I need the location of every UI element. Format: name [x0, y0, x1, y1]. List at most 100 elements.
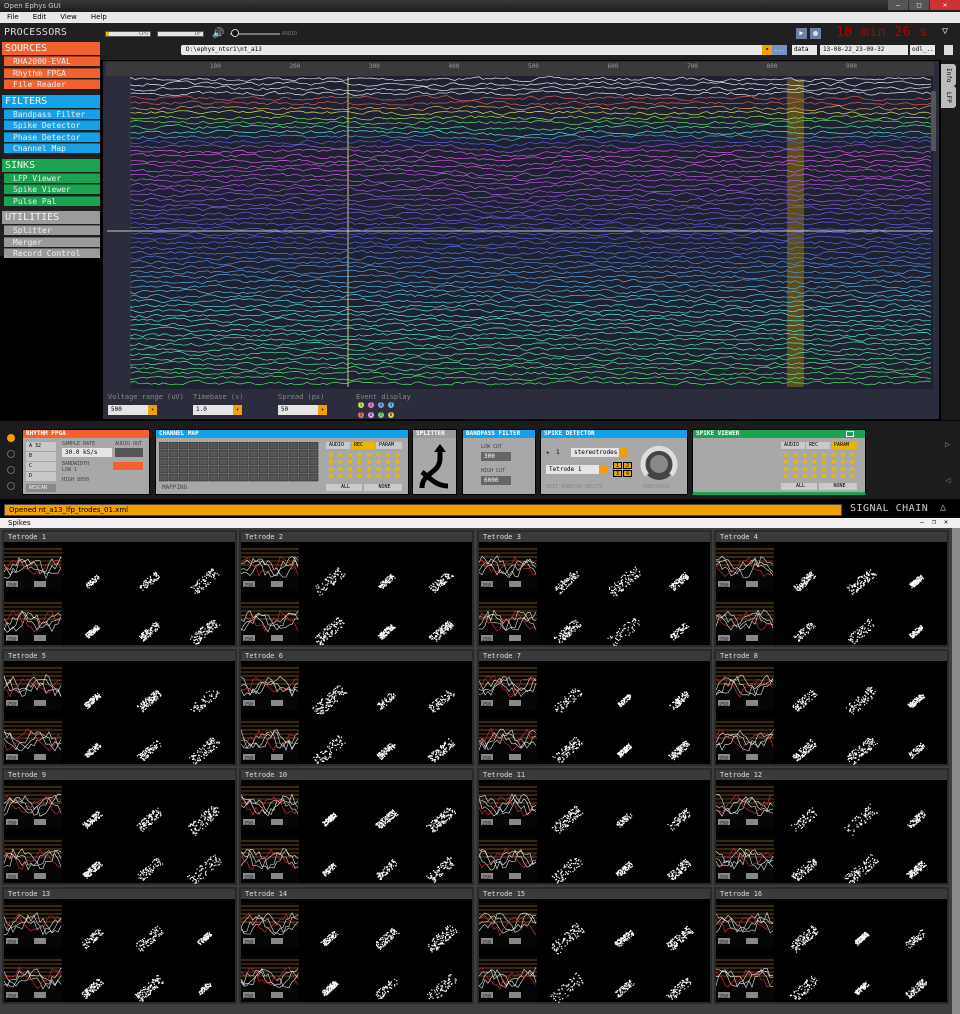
processor-item[interactable]: Splitter: [4, 225, 100, 235]
close-button[interactable]: ✕: [930, 0, 960, 10]
sample-rate-select[interactable]: 30.0 kS/s: [62, 448, 112, 457]
spike-viewer-none-button[interactable]: NONE: [819, 483, 857, 490]
threshold-value-label[interactable]: 250: [719, 637, 728, 643]
spike-viewer-tab-audio[interactable]: AUDIO: [781, 442, 805, 449]
category-utilities[interactable]: UTILITIES: [2, 211, 100, 224]
select-all-button[interactable]: ALL: [326, 484, 362, 491]
scroll-left-icon[interactable]: ◁: [945, 476, 950, 486]
processor-item[interactable]: Merger: [4, 236, 100, 247]
collapse-control-bar-icon[interactable]: ▽: [942, 26, 948, 37]
filename-prefix-field[interactable]: data: [792, 45, 817, 55]
maximize-button[interactable]: □: [909, 0, 929, 10]
timebase-arrow[interactable]: ▾: [233, 405, 242, 415]
threshold-value-label[interactable]: 250: [244, 875, 253, 881]
threshold-value-label[interactable]: 250: [719, 821, 728, 827]
electrode-type-arrow[interactable]: [619, 448, 627, 457]
tetrode-plot[interactable]: Tetrode 4 250 250: [714, 530, 949, 647]
processor-item[interactable]: LFP Viewer: [4, 172, 100, 183]
threshold-value-label[interactable]: 250: [7, 583, 16, 589]
tetrode-plot[interactable]: Tetrode 2 250 250: [239, 530, 474, 647]
play-button[interactable]: ▶: [796, 28, 807, 39]
tetrode-plot[interactable]: Tetrode 7 250 250: [477, 649, 712, 766]
signal-chain-4-button[interactable]: [7, 482, 15, 490]
high-value[interactable]: 8850: [77, 477, 89, 483]
tetrode-plot[interactable]: Tetrode 3 250 250: [477, 530, 712, 647]
event-channel-toggle[interactable]: 8: [388, 412, 394, 418]
event-channel-toggle[interactable]: 6: [368, 412, 374, 418]
add-electrode-icon[interactable]: +: [546, 450, 550, 457]
event-channel-toggle[interactable]: 2: [368, 402, 374, 408]
processor-item[interactable]: File Reader: [4, 79, 100, 89]
threshold-knob[interactable]: [639, 444, 679, 484]
event-channel-toggle[interactable]: 3: [378, 402, 384, 408]
minimize-button[interactable]: –: [888, 0, 908, 10]
threshold-value-label[interactable]: 250: [7, 756, 16, 762]
param-channel-grid[interactable]: [781, 451, 857, 481]
audio-toggle[interactable]: [113, 462, 143, 470]
spikes-restore-button[interactable]: ❐: [928, 518, 940, 527]
menu-help[interactable]: Help: [84, 12, 114, 23]
threshold-value-label[interactable]: 250: [719, 994, 728, 1000]
threshold-value-label[interactable]: 250: [719, 702, 728, 708]
menu-file[interactable]: File: [0, 12, 26, 23]
threshold-value-label[interactable]: 250: [719, 583, 728, 589]
threshold-value-label[interactable]: 250: [7, 875, 16, 881]
record-button[interactable]: [810, 28, 821, 39]
tetrode-plot[interactable]: Tetrode 5 250 250: [2, 649, 237, 766]
delete-button[interactable]: DELETE: [585, 484, 603, 490]
spikes-minimize-button[interactable]: –: [916, 518, 928, 527]
event-channel-toggle[interactable]: 4: [388, 402, 394, 408]
tab-lfp[interactable]: LFP: [941, 86, 956, 108]
filename-suffix-field[interactable]: odl_...: [910, 45, 937, 55]
directory-dropdown-arrow[interactable]: ▾: [762, 45, 772, 55]
tetrode-plot[interactable]: Tetrode 6 250 250: [239, 649, 474, 766]
threshold-value-label[interactable]: 250: [719, 875, 728, 881]
tetrode-plot[interactable]: Tetrode 14 250 250: [239, 887, 474, 1004]
edit-button[interactable]: EDIT: [546, 484, 558, 490]
channel-map-tab-param[interactable]: PARAM: [376, 442, 402, 449]
threshold-value-label[interactable]: 250: [482, 940, 491, 946]
audio-out-selector[interactable]: [115, 448, 143, 457]
port-b-button[interactable]: B: [26, 452, 56, 461]
menu-view[interactable]: View: [53, 12, 84, 23]
tetrode-plot[interactable]: Tetrode 10 250 250: [239, 768, 474, 885]
event-channel-toggle[interactable]: 5: [358, 412, 364, 418]
browse-directory-button[interactable]: ...: [772, 45, 787, 55]
low-value[interactable]: 1: [74, 467, 77, 473]
electrode-channel-button[interactable]: 2: [623, 462, 632, 469]
signal-chain-1-button[interactable]: [7, 434, 15, 442]
processor-item[interactable]: Record Control: [4, 248, 100, 258]
select-none-button[interactable]: NONE: [364, 484, 402, 491]
open-window-icon[interactable]: [846, 431, 854, 437]
spike-viewer-all-button[interactable]: ALL: [781, 483, 817, 490]
scroll-right-icon[interactable]: ▷: [945, 440, 950, 450]
lfp-trace-canvas[interactable]: [103, 61, 941, 421]
volume-slider-knob[interactable]: [231, 29, 239, 37]
processor-item[interactable]: Bandpass Filter: [4, 108, 100, 119]
spike-viewer-tab-rec[interactable]: REC: [806, 442, 830, 449]
voltage-range-select[interactable]: 500: [108, 405, 148, 415]
threshold-value-label[interactable]: 250: [244, 583, 253, 589]
tetrode-plot[interactable]: Tetrode 15 250 250: [477, 887, 712, 1004]
tab-info[interactable]: Info: [941, 64, 956, 86]
threshold-value-label[interactable]: 250: [482, 637, 491, 643]
threshold-value-label[interactable]: 250: [244, 940, 253, 946]
port-c-button[interactable]: C: [26, 462, 56, 471]
threshold-value-label[interactable]: 250: [482, 702, 491, 708]
processor-item[interactable]: Spike Viewer: [4, 184, 100, 194]
channel-map-editor[interactable]: CHANNEL MAP MAPPING AUDIO REC PARAM ALL …: [155, 429, 409, 495]
processor-item[interactable]: RHA2000-EVAL: [4, 56, 100, 66]
threshold-value-label[interactable]: 250: [719, 756, 728, 762]
append-date-toggle[interactable]: [944, 45, 953, 55]
event-channel-toggle[interactable]: 1: [358, 402, 364, 408]
tetrode-plot[interactable]: Tetrode 11 250 250: [477, 768, 712, 885]
port-d-button[interactable]: D: [26, 472, 56, 481]
spike-viewer-tab-param[interactable]: PARAM: [831, 442, 857, 449]
channel-map-tab-rec[interactable]: REC: [351, 442, 375, 449]
signal-chain-2-button[interactable]: [7, 450, 15, 458]
threshold-value-label[interactable]: 250: [7, 702, 16, 708]
category-sinks[interactable]: SINKS: [2, 158, 100, 172]
electrode-select[interactable]: Tetrode 1: [546, 465, 601, 474]
threshold-value-label[interactable]: 250: [482, 756, 491, 762]
processor-list-header[interactable]: PROCESSORS: [0, 25, 100, 42]
